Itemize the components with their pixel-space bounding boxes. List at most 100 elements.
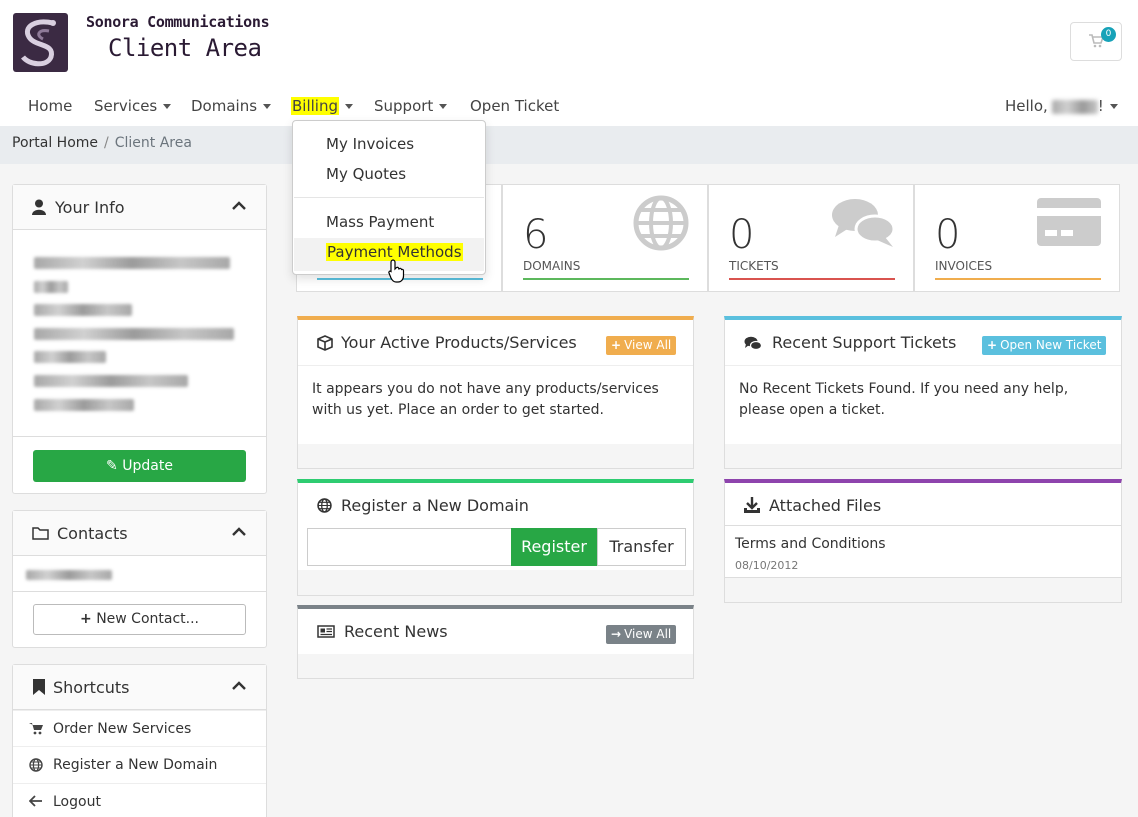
nav-billing[interactable]: Billing <box>291 95 353 117</box>
chevron-up-icon[interactable] <box>232 201 246 211</box>
card-title: Attached Files <box>769 496 882 515</box>
card-footer <box>298 444 693 468</box>
comments-icon <box>832 199 895 247</box>
card-body-text: It appears you do not have any products/… <box>312 381 659 418</box>
chevron-up-icon[interactable] <box>232 681 246 691</box>
card-title: Register a New Domain <box>341 496 529 515</box>
redacted-contact <box>26 570 112 580</box>
new-contact-button[interactable]: + New Contact... <box>33 604 246 635</box>
your-info-title: Your Info <box>55 198 125 217</box>
tile-label: INVOICES <box>935 259 993 273</box>
menu-item-mass-payment[interactable]: Mass Payment <box>326 213 434 231</box>
contacts-header[interactable]: Contacts <box>13 511 266 556</box>
menu-item-my-invoices[interactable]: My Invoices <box>326 135 414 153</box>
view-all-services-button[interactable]: + View All <box>606 336 677 355</box>
update-button[interactable]: ✎ Update <box>33 450 246 482</box>
breadcrumb: Portal Home / Client Area <box>12 135 192 151</box>
stat-tile-tickets[interactable]: 0 TICKETS <box>708 184 914 292</box>
shortcuts-panel: Shortcuts Order New Services Register a … <box>12 664 267 817</box>
globe-icon <box>633 195 689 251</box>
tile-label: TICKETS <box>729 259 779 273</box>
card-title: Recent Support Tickets <box>772 333 957 352</box>
tile-accent-bar <box>935 278 1101 280</box>
arrow-right-icon: → <box>611 627 622 641</box>
redacted-city <box>34 375 188 387</box>
cart-icon <box>29 723 43 735</box>
redacted-company-name <box>34 257 230 269</box>
pencil-icon: ✎ <box>106 458 118 474</box>
billing-dropdown-menu: My Invoices My Quotes Mass Payment Payme… <box>292 120 486 275</box>
user-icon <box>32 199 46 215</box>
shortcut-register-domain[interactable]: Register a New Domain <box>13 746 266 782</box>
shortcut-order-services[interactable]: Order New Services <box>13 710 266 746</box>
menu-divider <box>294 197 484 198</box>
shortcuts-header[interactable]: Shortcuts <box>13 665 266 710</box>
nav-domains-label: Domains <box>191 97 258 115</box>
view-all-news-button[interactable]: → View All <box>606 625 677 644</box>
main-nav: Home Services Domains Billing Support Op… <box>0 88 1138 126</box>
tile-value: 0 <box>935 212 961 258</box>
arrow-left-icon <box>29 795 42 807</box>
caret-down-icon <box>163 104 172 109</box>
nav-support-label: Support <box>374 97 434 115</box>
redacted-suite <box>34 351 106 363</box>
nav-services[interactable]: Services <box>94 95 172 117</box>
stat-tile-invoices[interactable]: 0 INVOICES <box>914 184 1120 292</box>
caret-down-icon <box>263 104 272 109</box>
chevron-up-icon[interactable] <box>232 527 246 537</box>
breadcrumb-bar: Portal Home / Client Area <box>0 126 1138 164</box>
caret-down-icon <box>439 104 448 109</box>
tile-accent-bar <box>523 278 689 280</box>
divider <box>13 436 266 437</box>
shortcut-label: Logout <box>53 794 101 810</box>
stat-tile-domains[interactable]: 6 DOMAINS <box>502 184 708 292</box>
cart-count-badge: 0 <box>1101 27 1116 42</box>
globe-icon <box>317 498 332 513</box>
open-new-ticket-button[interactable]: + Open New Ticket <box>982 336 1107 355</box>
comments-icon <box>744 336 762 351</box>
brand-subtitle: Client Area <box>108 34 262 62</box>
download-icon <box>744 497 760 513</box>
transfer-domain-button[interactable]: Transfer <box>597 528 686 566</box>
nav-account-menu[interactable]: Hello,! <box>1005 95 1118 117</box>
folder-icon <box>32 527 49 540</box>
redacted-contact-name <box>34 304 132 316</box>
redacted-company-suffix <box>34 281 68 293</box>
attached-files-card: Attached Files Terms and Conditions 08/1… <box>724 479 1122 603</box>
recent-tickets-card: Recent Support Tickets + Open New Ticket … <box>724 316 1122 469</box>
card-footer <box>298 654 693 678</box>
domain-search-input[interactable] <box>307 528 512 566</box>
cart-button[interactable]: 0 <box>1070 22 1122 61</box>
file-link[interactable]: Terms and Conditions <box>735 536 886 552</box>
bookmark-icon <box>33 679 45 695</box>
nav-domains[interactable]: Domains <box>191 95 272 117</box>
shortcut-logout[interactable]: Logout <box>13 783 266 817</box>
file-date: 08/10/2012 <box>735 559 799 572</box>
redacted-username <box>1051 99 1098 114</box>
new-contact-label: New Contact... <box>96 611 199 627</box>
globe-icon <box>29 758 43 772</box>
card-footer <box>725 444 1121 468</box>
divider <box>725 365 1121 366</box>
plus-icon: + <box>611 338 622 352</box>
shortcut-label: Register a New Domain <box>53 757 218 773</box>
register-domain-button[interactable]: Register <box>511 528 597 566</box>
nav-support[interactable]: Support <box>374 95 448 117</box>
active-services-card: Your Active Products/Services + View All … <box>297 316 694 469</box>
nav-home[interactable]: Home <box>28 95 72 117</box>
shortcuts-title: Shortcuts <box>53 678 130 697</box>
card-footer <box>725 577 1121 602</box>
open-new-ticket-label: Open New Ticket <box>1000 338 1102 352</box>
menu-item-my-quotes[interactable]: My Quotes <box>326 165 406 183</box>
card-body-text: No Recent Tickets Found. If you need any… <box>739 381 1069 418</box>
your-info-header[interactable]: Your Info <box>13 185 266 230</box>
tile-label: DOMAINS <box>523 259 581 273</box>
nav-open-ticket[interactable]: Open Ticket <box>470 95 559 117</box>
hand-pointer-cursor-icon <box>388 259 405 283</box>
breadcrumb-portal-home[interactable]: Portal Home <box>12 135 98 151</box>
tile-value: 0 <box>729 212 755 258</box>
credit-card-icon <box>1037 198 1101 246</box>
breadcrumb-current: Client Area <box>114 135 192 151</box>
caret-down-icon <box>345 104 353 109</box>
company-logo[interactable] <box>13 13 68 72</box>
